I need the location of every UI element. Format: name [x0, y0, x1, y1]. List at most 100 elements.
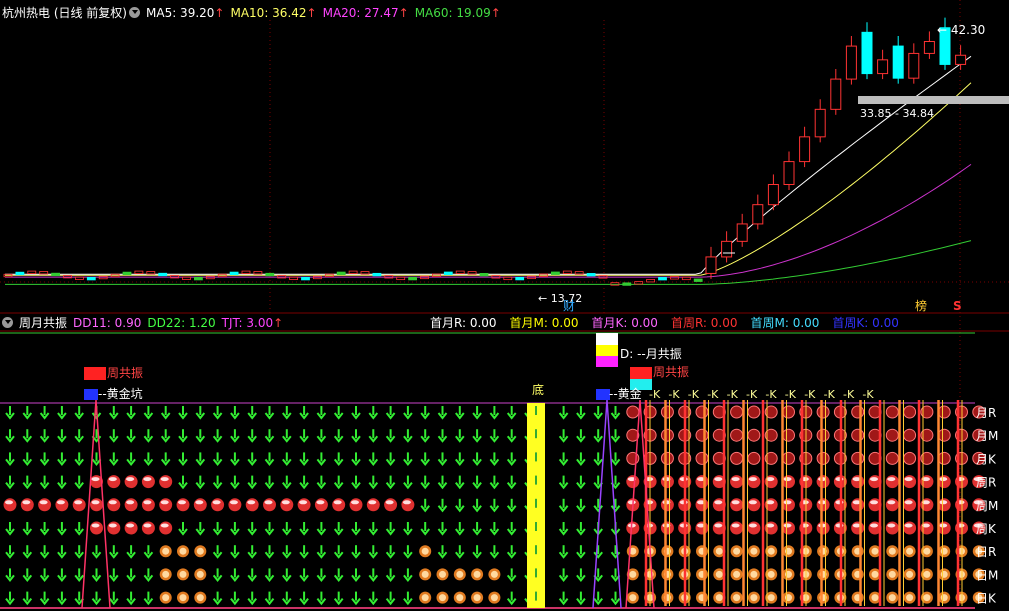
- red-ball-icon: [211, 498, 225, 512]
- down-arrow-icon: [126, 429, 136, 443]
- red-disk-icon: [730, 451, 744, 465]
- stock-title[interactable]: 杭州热电 (日线 前复权): [2, 6, 127, 20]
- down-arrow-icon: [437, 545, 448, 559]
- sun-icon: [194, 568, 207, 581]
- down-arrow-icon: [368, 591, 379, 606]
- down-arrow-icon: [437, 429, 448, 443]
- red-ball-icon: [695, 521, 709, 535]
- candle: [229, 271, 239, 276]
- down-arrow-icon: [368, 545, 379, 559]
- candle-body: [721, 240, 733, 258]
- down-arrow-icon: [57, 568, 67, 583]
- down-arrow-icon: [437, 522, 448, 536]
- down-arrow-icon: [610, 591, 621, 606]
- sun-icon: [782, 591, 795, 604]
- down-arrow-icon: [351, 545, 361, 559]
- down-arrow-icon: [403, 568, 413, 583]
- candle: [265, 272, 275, 277]
- down-arrow-icon: [403, 591, 413, 606]
- down-arrow-icon: [160, 429, 171, 443]
- down-arrow-icon: [576, 522, 586, 536]
- down-arrow-icon: [316, 545, 327, 559]
- down-arrow-icon: [74, 429, 84, 443]
- down-arrow-icon: [212, 406, 223, 420]
- sun-icon: [488, 568, 501, 581]
- down-arrow-icon: [264, 568, 275, 583]
- down-arrow-icon: [91, 568, 102, 583]
- candle: [301, 276, 310, 281]
- down-arrow-icon: [230, 452, 240, 467]
- up-arrow-icon: ↑: [214, 6, 225, 20]
- down-arrow-icon: [472, 545, 482, 559]
- down-arrow-icon: [333, 406, 344, 420]
- red-ball-icon: [193, 498, 207, 512]
- down-arrow-icon: [472, 406, 482, 420]
- down-arrow-icon: [299, 545, 309, 559]
- down-arrow-icon: [610, 406, 621, 420]
- down-arrow-icon: [610, 452, 621, 467]
- red-ball-icon: [747, 521, 761, 535]
- list-marker: 榜: [915, 298, 927, 313]
- dropdown-icon[interactable]: [129, 7, 140, 18]
- indicator-title[interactable]: 周月共振: [19, 316, 67, 330]
- down-arrow-icon: [57, 545, 67, 559]
- down-arrow-icon: [5, 429, 15, 443]
- down-arrow-icon: [316, 475, 327, 490]
- down-arrow-icon: [506, 545, 517, 559]
- down-arrow-icon: [403, 452, 413, 467]
- red-ball-icon: [782, 498, 795, 512]
- down-arrow-icon: [74, 452, 84, 467]
- down-arrow-icon: [316, 429, 327, 443]
- indicator-panel-grid: [0, 332, 975, 609]
- red-disk-icon: [782, 451, 795, 465]
- red-ball-icon: [626, 521, 640, 535]
- red-ball-icon: [159, 475, 173, 489]
- red-ball-icon: [159, 521, 173, 535]
- down-arrow-icon: [610, 429, 621, 443]
- down-arrow-icon: [39, 591, 50, 606]
- down-arrow-icon: [39, 406, 50, 420]
- sell-marker: S: [953, 299, 962, 313]
- down-arrow-icon: [160, 406, 171, 420]
- ke-tag: -K: [824, 388, 836, 401]
- red-ball-icon: [730, 498, 744, 512]
- down-arrow-icon: [5, 568, 15, 583]
- row-label: 月K: [976, 452, 997, 466]
- indicator-readout-2: TJT: 3.00↑: [221, 316, 284, 330]
- monthly-k-block: [596, 356, 618, 367]
- sun-icon: [177, 545, 189, 558]
- down-arrow-icon: [126, 452, 136, 467]
- red-ball-icon: [660, 498, 674, 512]
- red-ball-icon: [20, 498, 34, 512]
- indicator-status-0: 首月R: 0.00: [430, 316, 497, 330]
- down-arrow-icon: [5, 522, 15, 536]
- down-arrow-icon: [247, 568, 257, 583]
- down-arrow-icon: [282, 406, 292, 420]
- sun-icon: [453, 568, 466, 581]
- down-arrow-icon: [299, 591, 309, 606]
- red-ball-icon: [159, 498, 173, 512]
- row-label: 周K: [976, 522, 997, 536]
- red-ball-icon: [730, 475, 744, 489]
- ke-tag: -K: [707, 388, 719, 401]
- down-arrow-icon: [489, 429, 500, 443]
- down-arrow-icon: [472, 522, 482, 536]
- down-arrow-icon: [506, 568, 517, 583]
- row-label: 月M: [976, 429, 998, 443]
- candle: [51, 272, 60, 277]
- dropdown-icon[interactable]: [2, 317, 13, 328]
- weekly-resonance-marker: [630, 367, 652, 379]
- down-arrow-icon: [316, 522, 327, 536]
- candle: [586, 273, 596, 277]
- down-arrow-icon: [610, 498, 621, 513]
- down-arrow-icon: [57, 591, 67, 606]
- down-arrow-icon: [455, 452, 465, 467]
- candle: [693, 278, 703, 282]
- down-arrow-icon: [195, 522, 206, 536]
- down-arrow-icon: [403, 475, 413, 490]
- down-arrow-icon: [385, 522, 396, 536]
- down-arrow-icon: [316, 452, 327, 467]
- down-arrow-icon: [109, 429, 119, 443]
- down-arrow-icon: [455, 498, 465, 513]
- sun-icon: [903, 545, 916, 558]
